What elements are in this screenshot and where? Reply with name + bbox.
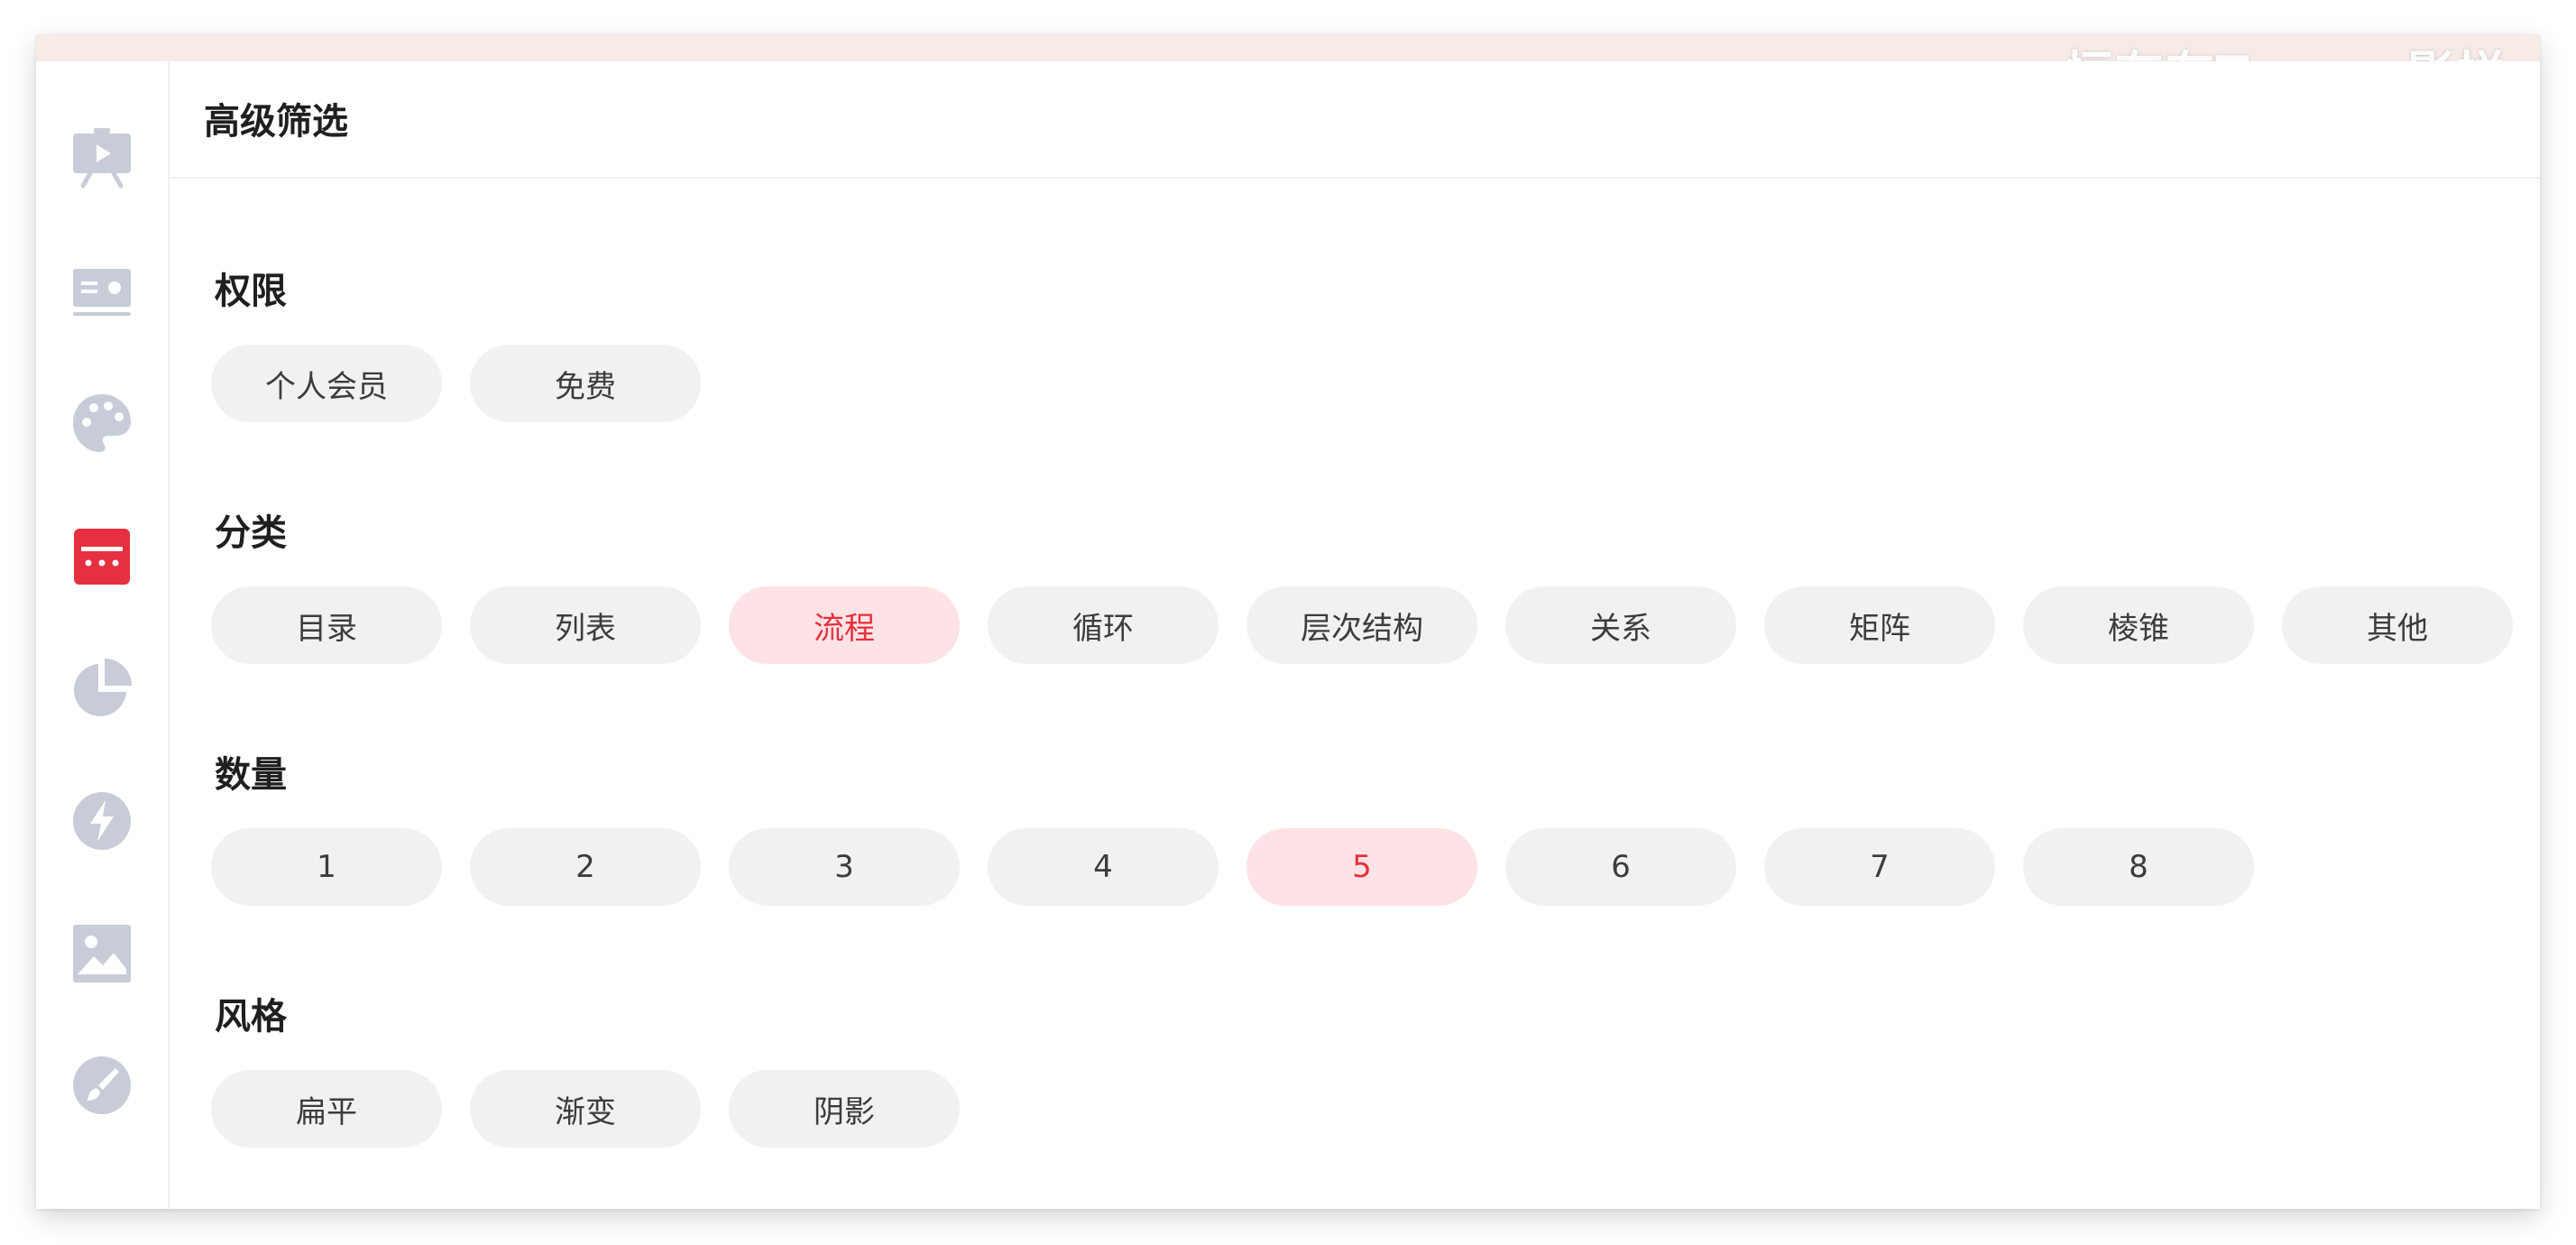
chip-style-flat[interactable]: 扁平 — [211, 1070, 442, 1148]
sidebar-item-palette[interactable] — [61, 383, 143, 464]
pie-chart-icon — [74, 659, 132, 716]
chip-quantity-1[interactable]: 1 — [211, 828, 442, 906]
sidebar-item-presentation[interactable] — [61, 117, 143, 198]
section-title-quantity: 数量 — [215, 754, 287, 796]
sidebar-item-card[interactable] — [61, 251, 143, 332]
chip-quantity-7[interactable]: 7 — [1764, 828, 1995, 906]
sidebar-item-brush[interactable] — [61, 1045, 143, 1126]
panel-title: 高级筛选 — [204, 101, 348, 143]
chip-category-hierarchy[interactable]: 层次结构 — [1247, 586, 1477, 664]
screen: 恒存存Tango 影拼 — [0, 0, 2576, 1245]
chip-quantity-8[interactable]: 8 — [2023, 828, 2254, 906]
chip-style-shadow[interactable]: 阴影 — [729, 1070, 960, 1148]
sidebar-item-lightning[interactable] — [61, 780, 143, 862]
chip-category-cycle[interactable]: 循环 — [988, 586, 1219, 664]
chip-quantity-6[interactable]: 6 — [1505, 828, 1736, 906]
chip-category-catalog[interactable]: 目录 — [211, 586, 442, 664]
chip-category-process[interactable]: 流程 — [729, 586, 960, 664]
card-icon — [73, 269, 131, 316]
chip-category-pyramid[interactable]: 棱锥 — [2023, 586, 2254, 664]
chip-quantity-5[interactable]: 5 — [1247, 828, 1477, 906]
sidebar — [36, 61, 170, 1209]
section-title-category: 分类 — [215, 512, 287, 554]
chip-quantity-4[interactable]: 4 — [988, 828, 1219, 906]
lightning-icon — [73, 792, 131, 850]
chip-permission-member[interactable]: 个人会员 — [211, 345, 442, 422]
chip-category-list[interactable]: 列表 — [470, 586, 701, 664]
brush-icon — [73, 1056, 131, 1114]
sidebar-item-pie-chart[interactable] — [61, 648, 143, 729]
chip-category-relation[interactable]: 关系 — [1505, 586, 1736, 664]
chip-quantity-2[interactable]: 2 — [470, 828, 701, 906]
sidebar-item-image[interactable] — [61, 913, 143, 994]
image-icon — [73, 925, 131, 982]
filter-panel: 高级筛选 权限 个人会员 免费 分类 目录 列表 流程 循环 层次结构 关系 矩… — [170, 61, 2540, 1209]
section-title-permission: 权限 — [215, 271, 287, 312]
chip-quantity-3[interactable]: 3 — [729, 828, 960, 906]
menu-card-icon — [74, 529, 130, 585]
chip-category-other[interactable]: 其他 — [2282, 586, 2513, 664]
palette-icon — [73, 394, 131, 452]
advanced-filter-window: 恒存存Tango 影拼 — [36, 34, 2540, 1209]
panel-header: 高级筛选 — [170, 61, 2540, 179]
sidebar-item-menu-card[interactable] — [61, 516, 143, 597]
chip-style-gradient[interactable]: 渐变 — [470, 1070, 701, 1148]
presentation-icon — [73, 128, 131, 189]
section-title-style: 风格 — [215, 996, 287, 1038]
chip-permission-free[interactable]: 免费 — [470, 345, 701, 422]
chip-category-matrix[interactable]: 矩阵 — [1764, 586, 1995, 664]
